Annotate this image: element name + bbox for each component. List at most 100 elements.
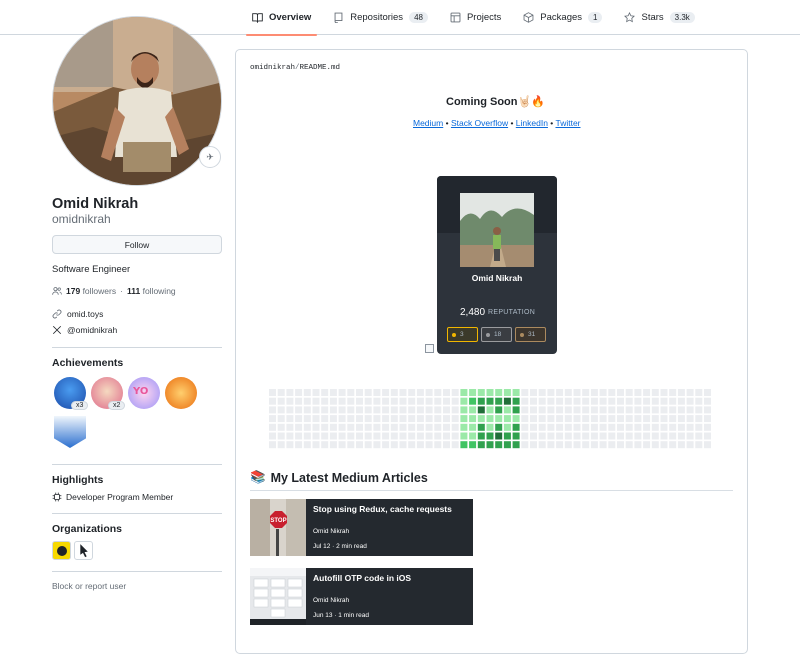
grid-cell <box>286 415 294 423</box>
profile-bio: Software Engineer <box>52 264 131 275</box>
grid-cell <box>469 406 477 414</box>
article-meta: Jul 12 · 2 min read <box>313 543 367 550</box>
organization-avatar[interactable] <box>52 541 71 560</box>
divider <box>52 571 222 572</box>
grid-cell <box>634 432 642 440</box>
stackoverflow-link[interactable]: Stack Overflow <box>451 118 508 128</box>
tab-projects[interactable]: Projects <box>442 0 509 35</box>
broken-image-icon <box>425 344 434 353</box>
grid-cell <box>408 415 416 423</box>
grid-cell <box>651 406 659 414</box>
avatar[interactable] <box>52 16 222 186</box>
gold-badge-count: 3 <box>460 331 464 338</box>
achievement-starstruck-icon[interactable] <box>165 377 197 409</box>
grid-cell <box>695 415 703 423</box>
readme-path: omidnikrah/README.md <box>250 64 340 72</box>
card-name: Omid Nikrah <box>471 273 523 283</box>
grid-cell <box>303 397 311 405</box>
grid-cell <box>660 441 668 449</box>
grid-cell <box>364 432 372 440</box>
grid-cell <box>556 415 564 423</box>
grid-cell <box>617 389 624 396</box>
grid-cell <box>451 441 459 449</box>
grid-cell <box>382 406 390 414</box>
grid-cell <box>617 423 624 431</box>
status-button[interactable]: ✈ <box>199 146 221 168</box>
grid-cell <box>521 441 529 449</box>
grid-cell <box>460 415 468 423</box>
grid-cell <box>660 432 668 440</box>
grid-cell <box>573 441 581 449</box>
grid-cell <box>643 406 651 414</box>
grid-cell <box>695 423 703 431</box>
grid-cell <box>451 406 459 414</box>
grid-cell <box>564 406 572 414</box>
grid-cell <box>451 432 459 440</box>
grid-cell <box>495 397 503 405</box>
grid-cell <box>416 432 424 440</box>
grid-cell <box>695 397 703 405</box>
grid-cell <box>582 432 590 440</box>
grid-cell <box>364 415 372 423</box>
grid-cell <box>512 441 520 449</box>
grid-cell <box>390 441 398 449</box>
grid-cell <box>686 432 694 440</box>
following-link[interactable]: 111 following <box>127 286 176 296</box>
grid-cell <box>651 389 659 396</box>
readme-owner[interactable]: omidnikrah <box>250 64 295 72</box>
grid-cell <box>547 441 555 449</box>
grid-cell <box>590 397 598 405</box>
grid-cell <box>538 397 546 405</box>
grid-cell <box>573 406 581 414</box>
grid-cell <box>451 389 459 396</box>
tab-stars[interactable]: Stars 3.3k <box>616 0 702 35</box>
grid-cell <box>399 406 407 414</box>
grid-cell <box>486 415 494 423</box>
follow-button[interactable]: Follow <box>52 235 222 254</box>
grid-cell <box>425 423 433 431</box>
achievements-title[interactable]: Achievements <box>52 357 123 369</box>
grid-cell <box>651 441 659 449</box>
highlight-label[interactable]: Developer Program Member <box>66 492 173 502</box>
grid-cell <box>303 406 311 414</box>
tab-repositories[interactable]: Repositories 48 <box>325 0 436 35</box>
stars-count-badge: 3.3k <box>669 12 695 23</box>
tab-label: Overview <box>269 12 312 23</box>
medium-link[interactable]: Medium <box>413 118 443 128</box>
linkedin-link[interactable]: LinkedIn <box>516 118 548 128</box>
achievement-arctic-code-vault-icon[interactable] <box>54 416 86 448</box>
tab-packages[interactable]: Packages 1 <box>515 0 610 35</box>
twitter-readme-link[interactable]: Twitter <box>555 118 580 128</box>
grid-cell <box>503 406 511 414</box>
followers-link[interactable]: 179 followers <box>66 286 116 296</box>
organization-avatar[interactable] <box>74 541 93 560</box>
grid-cell <box>364 406 372 414</box>
tab-overview[interactable]: Overview <box>244 0 319 36</box>
grid-cell <box>695 441 703 449</box>
grid-cell <box>460 389 468 396</box>
grid-cell <box>269 432 276 440</box>
twitter-link[interactable]: @omidnikrah <box>67 325 117 335</box>
grid-cell <box>434 389 442 396</box>
website-link[interactable]: omid.toys <box>67 309 103 319</box>
tab-label: Repositories <box>350 12 404 23</box>
following-count: 111 <box>126 286 141 296</box>
article-card[interactable]: STOP Stop using Redux, cache requests Om… <box>250 499 473 556</box>
grid-cell <box>338 432 346 440</box>
grid-cell <box>416 406 424 414</box>
readme-file[interactable]: README.md <box>300 64 341 72</box>
block-report-link[interactable]: Block or report user <box>52 581 126 591</box>
article-card[interactable]: Autofill OTP code in iOS Omid Nikrah Jun… <box>250 568 473 625</box>
achievement-yolo-icon[interactable]: YO <box>128 377 160 409</box>
grid-cell <box>286 432 294 440</box>
grid-cell <box>399 423 407 431</box>
grid-cell <box>582 415 590 423</box>
grid-cell <box>564 441 572 449</box>
grid-cell <box>382 441 390 449</box>
stackoverflow-card[interactable]: Omid Nikrah 2,480 REPUTATION 3 18 31 <box>437 176 557 354</box>
grid-cell <box>608 415 616 423</box>
grid-cell <box>321 441 329 449</box>
grid-cell <box>399 432 407 440</box>
article-author: Omid Nikrah <box>313 597 350 604</box>
grid-cell <box>669 441 677 449</box>
